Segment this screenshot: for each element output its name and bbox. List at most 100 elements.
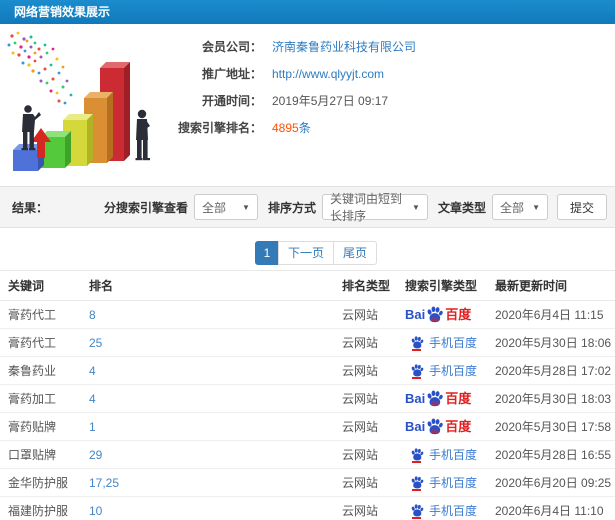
svg-text:du: du <box>431 428 439 435</box>
baidu-logo: Bai du 百度 <box>405 418 471 435</box>
info-row-rank-count: 搜索引擎排名： 4895条 <box>162 120 416 136</box>
table-row: 福建防护服 10 云网站 手机百度 2020年6月4日 11:10 <box>0 496 615 520</box>
table-header-row: 关键词 排名 排名类型 搜索引擎类型 最新更新时间 <box>0 270 615 301</box>
rank-link[interactable]: 10 <box>89 504 102 518</box>
url-label: 推广地址： <box>201 67 262 81</box>
mobile-baidu-label: 手机百度 <box>429 363 478 378</box>
engine-type-cell: 手机百度 <box>404 328 494 357</box>
updated-time-cell: 2020年6月4日 11:15 <box>494 300 615 329</box>
member-info: 会员公司： 济南秦鲁药业科技有限公司 推广地址： http://www.qlyy… <box>162 39 416 147</box>
info-row-open-time: 开通时间： 2019年5月27日 09:17 <box>162 93 416 109</box>
rank-link[interactable]: 17,25 <box>89 476 119 490</box>
engine-type-cell: 手机百度 <box>404 356 494 385</box>
filter-bar: 结果： 分搜索引擎查看 全部 ▼ 排序方式 关键词由短到长排序 ▼ 文章类型 全… <box>0 186 615 228</box>
updated-time-cell: 2020年6月20日 09:25 <box>494 468 615 497</box>
engine-type-cell: Bai du 百度 <box>404 412 494 441</box>
keyword-cell: 膏药贴牌 <box>0 412 88 441</box>
baidu-logo-cn: 百度 <box>445 391 472 406</box>
chevron-down-icon: ▼ <box>532 202 540 212</box>
table-row: 膏药贴牌 1 云网站 Bai du 百度 2020年5月30日 17:58 <box>0 412 615 441</box>
sort-select-value: 关键词由短到长排序 <box>329 192 402 223</box>
engine-type-cell: 手机百度 <box>404 468 494 497</box>
engine-filter-label: 分搜索引擎查看 <box>103 200 188 215</box>
table-row: 秦鲁药业 4 云网站 手机百度 2020年5月28日 17:02 <box>0 356 615 385</box>
rank-count-label: 搜索引擎排名： <box>177 121 262 135</box>
col-keyword: 关键词 <box>0 270 88 301</box>
rank-cell: 29 <box>88 440 341 469</box>
sort-filter-label: 排序方式 <box>267 200 316 215</box>
rank-cell: 4 <box>88 356 341 385</box>
chevron-down-icon: ▼ <box>412 202 420 212</box>
result-label: 结果： <box>12 200 49 215</box>
rank-type-cell: 云网站 <box>341 468 404 497</box>
info-row-url: 推广地址： http://www.qlyyjt.com <box>162 66 416 82</box>
updated-time-cell: 2020年5月30日 17:58 <box>494 412 615 441</box>
rank-link[interactable]: 29 <box>89 448 102 462</box>
results-table-body: 膏药代工 8 云网站 Bai du 百度 2020年6月4日 11:15 膏药代工 25 云网站手… <box>0 300 615 520</box>
baidu-red-bar <box>412 488 421 491</box>
keyword-cell: 口罩贴牌 <box>0 440 88 469</box>
article-type-select[interactable]: 全部 ▼ <box>491 194 548 220</box>
rank-cell: 17,25 <box>88 468 341 497</box>
rank-link[interactable]: 8 <box>89 308 96 322</box>
updated-time-cell: 2020年5月30日 18:03 <box>494 384 615 413</box>
mobile-baidu-logo: 手机百度 <box>405 334 477 351</box>
keyword-cell: 膏药代工 <box>0 328 88 357</box>
baidu-logo-bai: Bai <box>405 391 426 406</box>
promo-url-link[interactable]: http://www.qlyyjt.com <box>272 66 384 82</box>
mobile-baidu-logo: 手机百度 <box>405 474 477 491</box>
baidu-logo: Bai du 百度 <box>405 390 471 407</box>
rank-type-cell: 云网站 <box>341 356 404 385</box>
article-type-label: 文章类型 <box>437 200 486 215</box>
baidu-paw-icon: du <box>427 390 443 407</box>
next-page-button[interactable]: 下一页 <box>278 241 335 265</box>
mobile-baidu-logo: 手机百度 <box>405 362 477 379</box>
keyword-cell: 秦鲁药业 <box>0 356 88 385</box>
rank-link[interactable]: 25 <box>89 336 102 350</box>
rank-cell: 1 <box>88 412 341 441</box>
open-time-label: 开通时间： <box>201 94 262 108</box>
col-rank-type: 排名类型 <box>341 270 404 301</box>
rank-link[interactable]: 4 <box>89 364 96 378</box>
baidu-logo-cn: 百度 <box>445 307 472 322</box>
chevron-down-icon: ▼ <box>242 202 250 212</box>
updated-time-cell: 2020年5月30日 18:06 <box>494 328 615 357</box>
rank-type-cell: 云网站 <box>341 384 404 413</box>
page-1-button[interactable]: 1 <box>255 241 279 265</box>
updated-time-cell: 2020年6月4日 11:10 <box>494 496 615 520</box>
rank-cell: 4 <box>88 384 341 413</box>
baidu-paw-icon: du <box>427 306 443 323</box>
baidu-paw-icon <box>411 363 424 376</box>
rank-link[interactable]: 4 <box>89 392 96 406</box>
engine-select[interactable]: 全部 ▼ <box>193 194 258 220</box>
col-rank: 排名 <box>88 270 341 301</box>
pagination: 1 下一页 尾页 <box>0 228 615 270</box>
keyword-cell: 膏药加工 <box>0 384 88 413</box>
sort-select[interactable]: 关键词由短到长排序 ▼ <box>321 192 428 223</box>
last-page-button[interactable]: 尾页 <box>333 241 378 265</box>
rank-type-cell: 云网站 <box>341 440 404 469</box>
rank-cell: 8 <box>88 300 341 329</box>
baidu-logo: Bai du 百度 <box>405 306 471 323</box>
open-time-value: 2019年5月27日 09:17 <box>272 94 389 108</box>
rank-cell: 10 <box>88 496 341 520</box>
engine-type-cell: Bai du 百度 <box>404 384 494 413</box>
company-link[interactable]: 济南秦鲁药业科技有限公司 <box>272 39 416 55</box>
baidu-paw-icon <box>411 335 424 348</box>
rank-link[interactable]: 1 <box>89 420 96 434</box>
baidu-logo-bai: Bai <box>405 307 426 322</box>
mobile-baidu-logo: 手机百度 <box>405 502 477 519</box>
baidu-red-bar <box>412 348 421 351</box>
baidu-red-bar <box>412 376 421 379</box>
info-row-company: 会员公司： 济南秦鲁药业科技有限公司 <box>162 39 416 55</box>
rank-type-cell: 云网站 <box>341 412 404 441</box>
mobile-baidu-label: 手机百度 <box>429 447 478 462</box>
submit-button[interactable]: 提交 <box>556 194 607 220</box>
baidu-red-bar <box>412 516 421 519</box>
rank-count-suffix: 条 <box>298 121 311 135</box>
svg-text:du: du <box>431 400 439 407</box>
mobile-baidu-logo: 手机百度 <box>405 446 477 463</box>
table-row: 膏药代工 8 云网站 Bai du 百度 2020年6月4日 11:15 <box>0 300 615 329</box>
baidu-paw-icon <box>411 475 424 488</box>
mobile-baidu-label: 手机百度 <box>429 475 478 490</box>
